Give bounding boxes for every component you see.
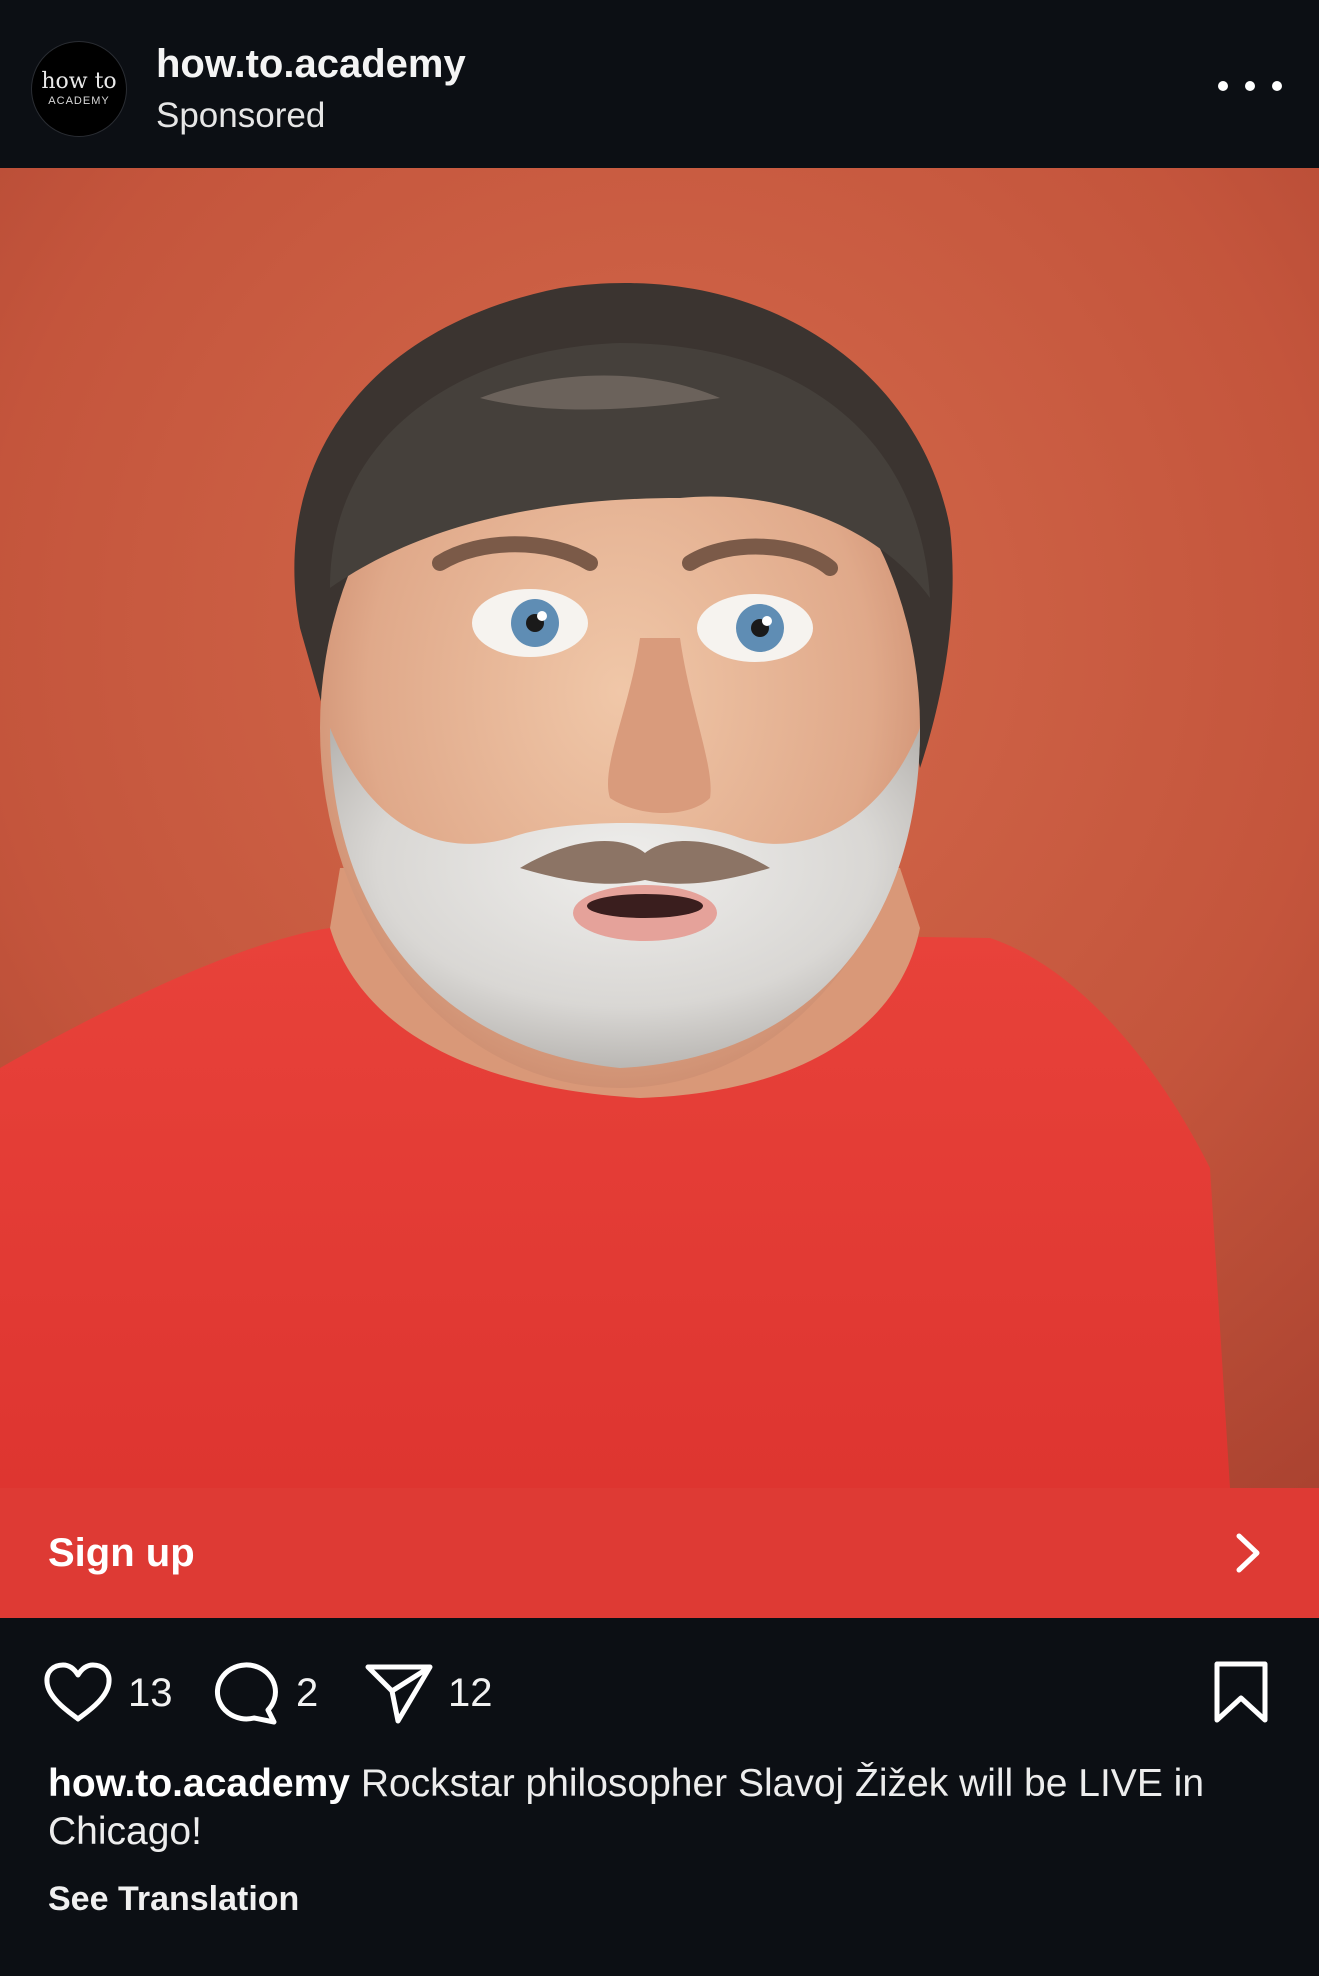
avatar-text-line1: how to [41,69,117,94]
post-header: how to ACADEMY how.to.academy Sponsored [0,0,1319,168]
like-count: 13 [128,1671,173,1715]
like-button[interactable]: 13 [42,1658,173,1728]
sign-up-label: Sign up [48,1531,195,1575]
bookmark-icon [1214,1661,1268,1723]
send-icon [365,1664,433,1724]
more-dot [1245,81,1255,91]
more-options-button[interactable] [1218,66,1282,106]
chevron-right-icon [1236,1533,1260,1573]
portrait-illustration [0,168,1319,1488]
caption-username[interactable]: how.to.academy [48,1762,350,1805]
avatar-text-line2: ACADEMY [48,95,110,107]
sponsored-label: Sponsored [156,96,326,135]
account-name[interactable]: how.to.academy [156,40,466,88]
more-dot [1272,81,1282,91]
sign-up-button[interactable]: Sign up [0,1488,1319,1618]
share-count: 12 [448,1671,493,1715]
post-actions-bar: 13 2 12 [0,1618,1319,1766]
comment-count: 2 [296,1671,319,1715]
see-translation-link[interactable]: See Translation [48,1877,299,1921]
post-image[interactable] [0,168,1319,1488]
comment-icon [214,1662,278,1725]
avatar[interactable]: how to ACADEMY [31,41,127,137]
post-caption: how.to.academy Rockstar philosopher Slav… [48,1760,1288,1856]
share-button[interactable]: 12 [364,1658,493,1728]
more-horizontal-icon [1218,81,1228,91]
comment-button[interactable]: 2 [214,1658,318,1728]
heart-icon [44,1662,112,1722]
save-button[interactable] [1212,1658,1270,1728]
